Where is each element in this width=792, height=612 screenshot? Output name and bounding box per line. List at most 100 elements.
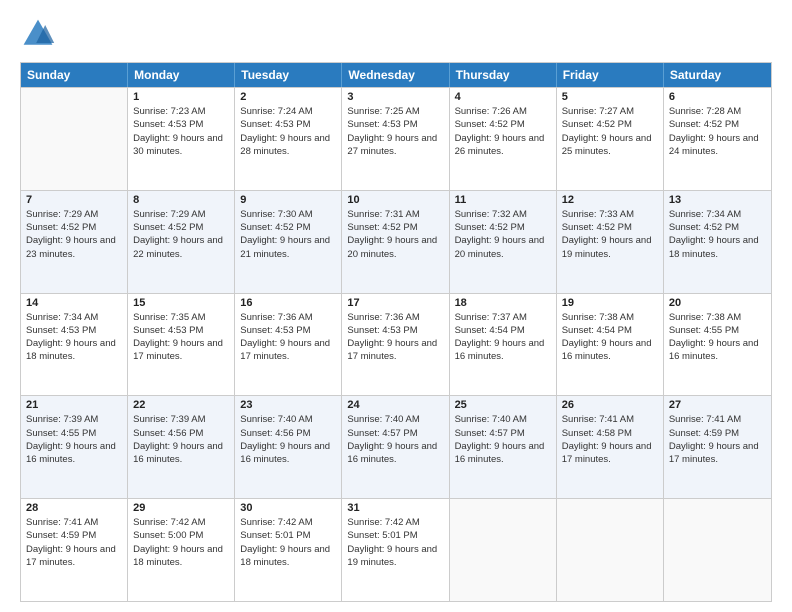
calendar-cell-w4-d2: 22 Sunrise: 7:39 AM Sunset: 4:56 PM Dayli… (128, 396, 235, 498)
day-info: Sunrise: 7:29 AM Sunset: 4:52 PM Dayligh… (133, 208, 229, 261)
day-number: 19 (562, 297, 658, 309)
day-info: Sunrise: 7:33 AM Sunset: 4:52 PM Dayligh… (562, 208, 658, 261)
day-info: Sunrise: 7:29 AM Sunset: 4:52 PM Dayligh… (26, 208, 122, 261)
header-tuesday: Tuesday (235, 63, 342, 87)
calendar-cell-w5-d3: 30 Sunrise: 7:42 AM Sunset: 5:01 PM Dayli… (235, 499, 342, 601)
calendar-cell-w2-d5: 11 Sunrise: 7:32 AM Sunset: 4:52 PM Dayli… (450, 191, 557, 293)
day-number: 4 (455, 91, 551, 103)
calendar-cell-w1-d3: 2Sunrise: 7:24 AM Sunset: 4:53 PM Daylig… (235, 88, 342, 190)
day-number: 3 (347, 91, 443, 103)
calendar-cell-w4-d1: 21 Sunrise: 7:39 AM Sunset: 4:55 PM Dayli… (21, 396, 128, 498)
day-number: 25 (455, 399, 551, 411)
calendar-week-3: 14 Sunrise: 7:34 AM Sunset: 4:53 PM Dayli… (21, 293, 771, 396)
day-info: Sunrise: 7:40 AM Sunset: 4:57 PM Dayligh… (347, 413, 443, 466)
logo-icon (20, 16, 56, 52)
calendar-cell-w2-d7: 13 Sunrise: 7:34 AM Sunset: 4:52 PM Dayli… (664, 191, 771, 293)
day-number: 9 (240, 194, 336, 206)
calendar-cell-w5-d5 (450, 499, 557, 601)
calendar-cell-w5-d6 (557, 499, 664, 601)
day-info: Sunrise: 7:30 AM Sunset: 4:52 PM Dayligh… (240, 208, 336, 261)
calendar-cell-w5-d7 (664, 499, 771, 601)
calendar-cell-w1-d2: 1Sunrise: 7:23 AM Sunset: 4:53 PM Daylig… (128, 88, 235, 190)
calendar-cell-w4-d3: 23 Sunrise: 7:40 AM Sunset: 4:56 PM Dayli… (235, 396, 342, 498)
calendar-cell-w3-d7: 20 Sunrise: 7:38 AM Sunset: 4:55 PM Dayli… (664, 294, 771, 396)
day-number: 8 (133, 194, 229, 206)
day-number: 13 (669, 194, 766, 206)
day-info: Sunrise: 7:38 AM Sunset: 4:54 PM Dayligh… (562, 311, 658, 364)
day-number: 7 (26, 194, 122, 206)
header (20, 16, 772, 52)
day-number: 2 (240, 91, 336, 103)
day-number: 5 (562, 91, 658, 103)
day-info: Sunrise: 7:28 AM Sunset: 4:52 PM Dayligh… (669, 105, 766, 158)
calendar-cell-w3-d6: 19 Sunrise: 7:38 AM Sunset: 4:54 PM Dayli… (557, 294, 664, 396)
logo (20, 16, 60, 52)
day-number: 30 (240, 502, 336, 514)
day-info: Sunrise: 7:34 AM Sunset: 4:52 PM Dayligh… (669, 208, 766, 261)
calendar-cell-w2-d1: 7 Sunrise: 7:29 AM Sunset: 4:52 PM Daylig… (21, 191, 128, 293)
calendar-cell-w4-d5: 25 Sunrise: 7:40 AM Sunset: 4:57 PM Dayli… (450, 396, 557, 498)
day-number: 29 (133, 502, 229, 514)
calendar-cell-w3-d5: 18 Sunrise: 7:37 AM Sunset: 4:54 PM Dayli… (450, 294, 557, 396)
day-info: Sunrise: 7:42 AM Sunset: 5:01 PM Dayligh… (347, 516, 443, 569)
day-number: 6 (669, 91, 766, 103)
day-info: Sunrise: 7:37 AM Sunset: 4:54 PM Dayligh… (455, 311, 551, 364)
calendar-cell-w2-d6: 12 Sunrise: 7:33 AM Sunset: 4:52 PM Dayli… (557, 191, 664, 293)
calendar-cell-w4-d6: 26Sunrise: 7:41 AM Sunset: 4:58 PM Dayli… (557, 396, 664, 498)
calendar-cell-w5-d4: 31Sunrise: 7:42 AM Sunset: 5:01 PM Dayli… (342, 499, 449, 601)
day-number: 21 (26, 399, 122, 411)
day-number: 1 (133, 91, 229, 103)
day-info: Sunrise: 7:35 AM Sunset: 4:53 PM Dayligh… (133, 311, 229, 364)
day-info: Sunrise: 7:26 AM Sunset: 4:52 PM Dayligh… (455, 105, 551, 158)
day-info: Sunrise: 7:41 AM Sunset: 4:58 PM Dayligh… (562, 413, 658, 466)
day-info: Sunrise: 7:36 AM Sunset: 4:53 PM Dayligh… (347, 311, 443, 364)
calendar-body: 1Sunrise: 7:23 AM Sunset: 4:53 PM Daylig… (21, 87, 771, 601)
day-number: 11 (455, 194, 551, 206)
day-info: Sunrise: 7:40 AM Sunset: 4:56 PM Dayligh… (240, 413, 336, 466)
day-info: Sunrise: 7:39 AM Sunset: 4:55 PM Dayligh… (26, 413, 122, 466)
calendar-header: Sunday Monday Tuesday Wednesday Thursday… (21, 63, 771, 87)
day-info: Sunrise: 7:27 AM Sunset: 4:52 PM Dayligh… (562, 105, 658, 158)
page: Sunday Monday Tuesday Wednesday Thursday… (0, 0, 792, 612)
day-info: Sunrise: 7:41 AM Sunset: 4:59 PM Dayligh… (26, 516, 122, 569)
calendar-cell-w1-d5: 4 Sunrise: 7:26 AM Sunset: 4:52 PM Daylig… (450, 88, 557, 190)
day-number: 17 (347, 297, 443, 309)
header-wednesday: Wednesday (342, 63, 449, 87)
calendar-cell-w3-d2: 15 Sunrise: 7:35 AM Sunset: 4:53 PM Dayli… (128, 294, 235, 396)
header-monday: Monday (128, 63, 235, 87)
calendar-cell-w3-d4: 17 Sunrise: 7:36 AM Sunset: 4:53 PM Dayli… (342, 294, 449, 396)
day-number: 27 (669, 399, 766, 411)
day-number: 12 (562, 194, 658, 206)
day-info: Sunrise: 7:40 AM Sunset: 4:57 PM Dayligh… (455, 413, 551, 466)
day-info: Sunrise: 7:38 AM Sunset: 4:55 PM Dayligh… (669, 311, 766, 364)
calendar-week-1: 1Sunrise: 7:23 AM Sunset: 4:53 PM Daylig… (21, 87, 771, 190)
day-info: Sunrise: 7:42 AM Sunset: 5:00 PM Dayligh… (133, 516, 229, 569)
day-number: 22 (133, 399, 229, 411)
day-number: 23 (240, 399, 336, 411)
calendar-cell-w1-d1 (21, 88, 128, 190)
day-number: 20 (669, 297, 766, 309)
calendar-cell-w4-d7: 27 Sunrise: 7:41 AM Sunset: 4:59 PM Dayli… (664, 396, 771, 498)
day-info: Sunrise: 7:32 AM Sunset: 4:52 PM Dayligh… (455, 208, 551, 261)
day-number: 16 (240, 297, 336, 309)
calendar-cell-w5-d2: 29 Sunrise: 7:42 AM Sunset: 5:00 PM Dayli… (128, 499, 235, 601)
calendar-week-5: 28Sunrise: 7:41 AM Sunset: 4:59 PM Dayli… (21, 498, 771, 601)
header-thursday: Thursday (450, 63, 557, 87)
day-info: Sunrise: 7:31 AM Sunset: 4:52 PM Dayligh… (347, 208, 443, 261)
day-info: Sunrise: 7:34 AM Sunset: 4:53 PM Dayligh… (26, 311, 122, 364)
calendar-cell-w2-d4: 10 Sunrise: 7:31 AM Sunset: 4:52 PM Dayli… (342, 191, 449, 293)
day-info: Sunrise: 7:36 AM Sunset: 4:53 PM Dayligh… (240, 311, 336, 364)
day-number: 18 (455, 297, 551, 309)
calendar-cell-w2-d3: 9 Sunrise: 7:30 AM Sunset: 4:52 PM Daylig… (235, 191, 342, 293)
calendar-cell-w1-d4: 3Sunrise: 7:25 AM Sunset: 4:53 PM Daylig… (342, 88, 449, 190)
calendar-cell-w3-d1: 14 Sunrise: 7:34 AM Sunset: 4:53 PM Dayli… (21, 294, 128, 396)
header-saturday: Saturday (664, 63, 771, 87)
day-number: 15 (133, 297, 229, 309)
day-info: Sunrise: 7:41 AM Sunset: 4:59 PM Dayligh… (669, 413, 766, 466)
day-info: Sunrise: 7:39 AM Sunset: 4:56 PM Dayligh… (133, 413, 229, 466)
day-number: 24 (347, 399, 443, 411)
day-number: 10 (347, 194, 443, 206)
calendar-week-4: 21 Sunrise: 7:39 AM Sunset: 4:55 PM Dayli… (21, 395, 771, 498)
day-info: Sunrise: 7:42 AM Sunset: 5:01 PM Dayligh… (240, 516, 336, 569)
day-number: 14 (26, 297, 122, 309)
